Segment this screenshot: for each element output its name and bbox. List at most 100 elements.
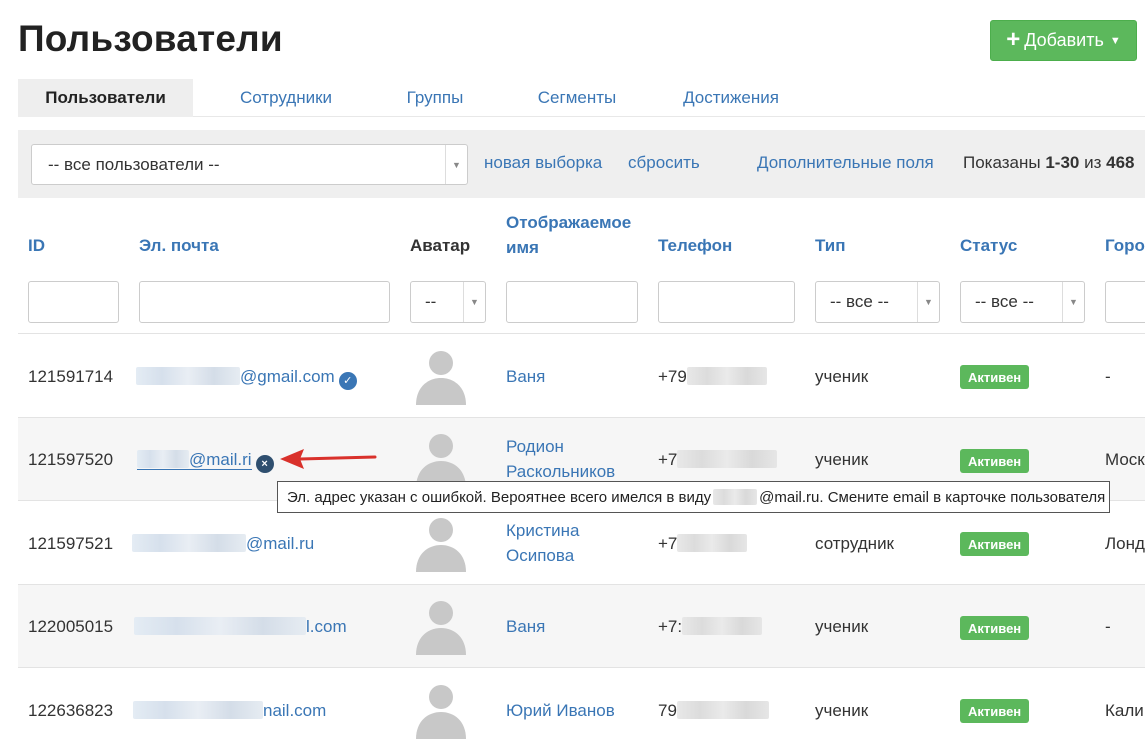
email-error-tooltip: Эл. адрес указан с ошибкой. Вероятнее вс… — [277, 481, 1110, 513]
annotation-arrow-icon — [280, 449, 377, 469]
col-header-display-name-line2: имя — [506, 238, 539, 257]
tooltip-text-before: Эл. адрес указан с ошибкой. Вероятнее вс… — [287, 488, 712, 506]
row-email[interactable]: @mail.ri × — [137, 450, 274, 473]
row-type: ученик — [815, 450, 869, 469]
user-silhouette-icon — [416, 601, 466, 655]
filter-type-value: -- все -- — [830, 292, 889, 311]
row-name-line1: Кристина — [506, 521, 580, 540]
row-id: 121597520 — [28, 450, 114, 469]
status-badge: Активен — [960, 365, 1030, 389]
dropdown-arrow-icon: ▼ — [445, 145, 467, 184]
row-city: Лонд — [1105, 534, 1145, 553]
row-id: 121597521 — [28, 534, 114, 553]
tab-achievements[interactable]: Достижения — [663, 79, 799, 117]
redacted-block — [133, 701, 263, 719]
row-name-line1: Ваня — [506, 367, 546, 386]
col-header-status[interactable]: Статус — [960, 236, 1017, 256]
filter-name-input[interactable] — [506, 281, 638, 323]
col-header-email[interactable]: Эл. почта — [139, 236, 219, 256]
row-type: сотрудник — [815, 534, 894, 553]
plus-icon: + — [1006, 25, 1021, 53]
row-email[interactable]: @gmail.com ✓ — [136, 367, 357, 390]
row-email-domain: nail.com — [263, 701, 327, 720]
row-email-domain: @mail.ru — [246, 534, 315, 553]
row-city: Кали — [1105, 701, 1144, 720]
user-silhouette-icon — [416, 351, 466, 405]
selection-value: -- все пользователи -- — [48, 154, 220, 174]
x-circle-icon[interactable]: × — [255, 455, 274, 473]
tooltip-text-after: @mail.ru. Смените email в карточке польз… — [759, 488, 1106, 506]
row-email-domain: @gmail.com — [240, 367, 335, 386]
row-divider — [18, 667, 1145, 668]
user-silhouette-icon — [416, 518, 466, 572]
filter-phone-input[interactable] — [658, 281, 795, 323]
row-phone: +7 — [658, 534, 748, 554]
redacted-block — [676, 701, 769, 719]
filter-city-input[interactable] — [1105, 281, 1145, 323]
dropdown-arrow-icon: ▼ — [917, 282, 939, 322]
status-badge: Активен — [960, 449, 1030, 473]
filter-type-select[interactable]: -- все -- ▼ — [815, 281, 940, 323]
shown-range: 1-30 — [1045, 153, 1080, 172]
row-email-domain: @mail.ri — [189, 450, 252, 469]
user-silhouette-icon — [416, 685, 466, 739]
row-email-text: @mail.ri — [137, 450, 252, 470]
tab-groups[interactable]: Группы — [379, 79, 491, 117]
filter-bar: -- все пользователи -- ▼ новая выборка с… — [18, 130, 1145, 198]
row-email[interactable]: l.com — [134, 617, 347, 637]
tab-segments[interactable]: Сегменты — [491, 79, 663, 117]
row-display-name[interactable]: Ваня — [506, 614, 545, 639]
row-phone: 79 — [658, 701, 769, 721]
col-header-id[interactable]: ID — [28, 236, 45, 256]
redacted-block — [686, 367, 767, 385]
row-email-domain: l.com — [306, 617, 347, 636]
filter-email-input[interactable] — [139, 281, 390, 323]
row-display-name[interactable]: Ваня — [506, 364, 545, 389]
row-phone-prefix: 79 — [658, 701, 677, 720]
shown-prefix: Показаны — [963, 153, 1041, 172]
filter-status-select[interactable]: -- все -- ▼ — [960, 281, 1085, 323]
row-phone-prefix: +7 — [658, 450, 678, 469]
filter-status-value: -- все -- — [975, 292, 1034, 311]
row-type: ученик — [815, 701, 869, 720]
filter-avatar-value: -- — [425, 292, 437, 311]
add-button[interactable]: + Добавить ▼ — [990, 20, 1137, 61]
selection-dropdown[interactable]: -- все пользователи -- ▼ — [31, 144, 468, 185]
redacted-block — [132, 534, 246, 552]
filter-avatar-select[interactable]: -- ▼ — [410, 281, 486, 323]
row-phone: +7: — [658, 617, 763, 637]
row-name-line1: Ваня — [506, 617, 546, 636]
row-name-line1: Юрий Иванов — [506, 701, 615, 720]
row-email[interactable]: @mail.ru — [132, 534, 314, 554]
redacted-block — [713, 489, 758, 505]
row-display-name[interactable]: Юрий Иванов — [506, 698, 615, 723]
row-display-name[interactable]: Родион Раскольников — [506, 434, 615, 484]
row-phone-prefix: +7 — [658, 534, 678, 553]
col-header-type[interactable]: Тип — [815, 236, 845, 256]
shown-count: Показаны 1-30 из 468 — [963, 153, 1135, 173]
page-title: Пользователи — [18, 18, 283, 59]
redacted-block — [682, 617, 763, 635]
col-header-avatar: Аватар — [410, 236, 471, 255]
reset-link[interactable]: сбросить — [628, 153, 700, 173]
tab-employees[interactable]: Сотрудники — [193, 79, 379, 117]
row-id: 122005015 — [28, 617, 114, 636]
new-selection-link[interactable]: новая выборка — [484, 153, 602, 173]
row-city: - — [1105, 617, 1111, 636]
col-header-city[interactable]: Горо — [1105, 236, 1145, 256]
filter-id-input[interactable] — [28, 281, 119, 323]
dropdown-arrow-icon: ▼ — [463, 282, 485, 322]
row-phone: +79 — [658, 367, 767, 387]
dropdown-arrow-icon: ▼ — [1062, 282, 1084, 322]
status-badge: Активен — [960, 616, 1030, 640]
caret-down-icon: ▼ — [1109, 34, 1121, 47]
row-email[interactable]: nail.com — [133, 701, 326, 721]
redacted-block — [677, 534, 748, 552]
col-header-display-name-line1: Отображаемое — [506, 213, 632, 232]
row-display-name[interactable]: Кристина Осипова — [506, 518, 579, 568]
extra-fields-link[interactable]: Дополнительные поля — [757, 153, 934, 173]
tab-users[interactable]: Пользователи — [18, 79, 193, 117]
redacted-block — [136, 367, 240, 385]
col-header-display-name[interactable]: Отображаемое имя — [506, 210, 631, 260]
col-header-phone[interactable]: Телефон — [658, 236, 732, 256]
